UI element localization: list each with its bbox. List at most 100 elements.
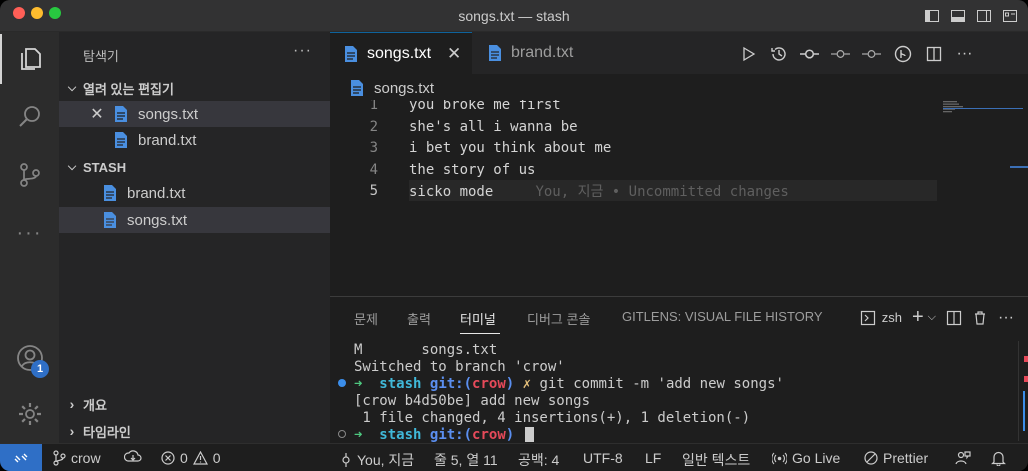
chevron-right-icon: › (69, 423, 75, 439)
terminal-scrollbar[interactable] (1014, 341, 1028, 441)
split-editor-icon[interactable] (924, 44, 943, 63)
problems-indicator[interactable]: 0 0 (161, 450, 221, 466)
chevron-down-icon[interactable]: ⌵ (928, 311, 936, 324)
more-panel-actions-icon[interactable]: ··· (998, 309, 1014, 327)
toggle-primary-sidebar-icon[interactable] (922, 6, 942, 26)
prompt-branch: crow (472, 426, 506, 443)
branch-name: crow (71, 450, 101, 466)
terminal-line: M songs.txt (354, 341, 498, 358)
indentation[interactable]: 공백: 4 (518, 450, 559, 470)
explorer-icon[interactable] (0, 34, 59, 84)
commit-icon (342, 453, 350, 467)
branch-icon (53, 450, 66, 466)
command-pending-dot[interactable] (338, 430, 346, 438)
tab-gitlens-history[interactable]: GITLENS: VISUAL FILE HISTORY (622, 309, 823, 324)
blame-indicator[interactable]: You, 지금 (340, 450, 414, 470)
outline-label: 개요 (83, 397, 107, 413)
open-editors-section[interactable]: ⌵ 열려 있는 편집기 (59, 77, 330, 99)
previous-revision-icon[interactable] (831, 44, 850, 63)
tab-terminal[interactable]: 터미널 (460, 309, 496, 328)
new-terminal-plus-icon[interactable]: + (912, 306, 924, 329)
file-icon (345, 45, 357, 62)
file-item-brand[interactable]: brand.txt (59, 180, 330, 206)
language-mode[interactable]: 일반 텍스트 (682, 450, 750, 470)
line-text-wrap: sicko mode You, 지금 • Uncommitted changes (409, 181, 789, 201)
code-line: 1 you broke me first (330, 96, 970, 115)
file-icon (104, 185, 116, 201)
feedback-icon[interactable] (955, 450, 971, 466)
tab-close-icon[interactable]: ✕ (447, 44, 461, 64)
toggle-panel-icon[interactable] (948, 6, 968, 26)
go-live-button[interactable]: Go Live (772, 450, 840, 466)
commit-graph-icon[interactable] (800, 44, 819, 63)
vscode-window: songs.txt — stash ··· 1 탐색기 ··· ⌵ 열려 있는 … (0, 0, 1028, 471)
split-terminal-icon[interactable] (946, 310, 962, 326)
open-editors-label: 열려 있는 편집기 (83, 81, 174, 97)
code-editor[interactable]: 1 you broke me first 2 she's all i wanna… (330, 94, 1028, 294)
sidebar-more-button[interactable]: ··· (293, 42, 312, 60)
outline-section[interactable]: › 개요 (59, 393, 330, 415)
chevron-down-icon: ⌵ (67, 160, 77, 173)
encoding[interactable]: UTF-8 (583, 450, 623, 466)
gitlens-icon[interactable] (893, 44, 912, 63)
prettier-circle-slash-icon (864, 451, 878, 465)
run-icon[interactable] (738, 44, 757, 63)
status-bar: crow 0 0 You, 지금 줄 5, 열 11 공백: 4 UTF-8 L… (0, 443, 1028, 471)
file-item-songs[interactable]: songs.txt (59, 207, 330, 233)
manage-gear-icon[interactable] (0, 389, 59, 439)
minimap-slider (943, 108, 1023, 109)
timeline-label: 타임라인 (83, 424, 131, 440)
open-editor-item-brand[interactable]: brand.txt (59, 127, 330, 153)
terminal-line: Switched to branch 'crow' (354, 358, 565, 375)
next-revision-icon[interactable] (862, 44, 881, 63)
terminal-shell-selector[interactable]: zsh (860, 310, 902, 326)
command-success-dot[interactable] (338, 379, 346, 387)
terminal-cursor (524, 427, 534, 442)
branch-indicator[interactable]: crow (52, 450, 101, 466)
line-text: you broke me first (409, 96, 561, 113)
kill-terminal-trash-icon[interactable] (972, 310, 988, 326)
terminal-icon (860, 310, 875, 325)
window-title: songs.txt — stash (458, 8, 570, 24)
line-number: 5 (369, 182, 378, 199)
accounts-badge: 1 (31, 360, 49, 378)
tab-problems[interactable]: 문제 (354, 309, 378, 328)
warning-icon (192, 451, 208, 465)
accounts-icon[interactable]: 1 (0, 333, 59, 383)
prompt-branch: crow (472, 375, 506, 392)
terminal-line: [crow b4d50be] add new songs (354, 392, 591, 409)
tab-output[interactable]: 출력 (407, 309, 431, 328)
terminal-output[interactable]: M songs.txt Switched to branch 'crow' ➜ … (338, 341, 784, 443)
terminal-command: git commit -m 'add new songs' (539, 375, 784, 392)
bottom-panel: 문제 출력 터미널 디버그 콘솔 GITLENS: VISUAL FILE HI… (330, 296, 1028, 443)
file-icon (104, 212, 116, 228)
stash-folder-section[interactable]: ⌵ STASH (59, 156, 330, 178)
source-control-icon[interactable] (0, 150, 59, 200)
minimap[interactable] (943, 100, 983, 113)
search-icon[interactable] (0, 92, 59, 142)
line-text: the story of us (409, 161, 536, 178)
more-views-icon[interactable]: ··· (0, 208, 59, 258)
cursor-position[interactable]: 줄 5, 열 11 (434, 450, 498, 470)
end-of-line[interactable]: LF (645, 450, 661, 466)
terminal-prompt-line: ➜ stash git:(crow) ✗ git commit -m 'add … (338, 375, 784, 392)
notifications-bell-icon[interactable] (991, 450, 1006, 466)
panel-tabs: 문제 출력 터미널 디버그 콘솔 GITLENS: VISUAL FILE HI… (330, 297, 1028, 337)
chevron-down-icon: ⌵ (67, 81, 77, 94)
explorer-sidebar: 탐색기 ··· ⌵ 열려 있는 편집기 ✕ songs.txt brand.tx… (59, 32, 330, 443)
more-actions-icon[interactable]: ··· (955, 44, 974, 63)
close-editor-icon[interactable]: ✕ (90, 104, 104, 124)
customize-layout-icon[interactable] (1000, 6, 1020, 26)
remote-indicator-icon[interactable] (0, 444, 42, 471)
prettier-status[interactable]: Prettier (864, 450, 928, 466)
tab-debug-console[interactable]: 디버그 콘솔 (527, 309, 590, 328)
toggle-secondary-sidebar-icon[interactable] (974, 6, 994, 26)
open-editor-item-songs[interactable]: ✕ songs.txt (59, 101, 330, 127)
history-icon[interactable] (769, 44, 788, 63)
tab-brand[interactable]: brand.txt (474, 32, 604, 74)
timeline-section[interactable]: › 타임라인 (59, 420, 330, 442)
tab-songs[interactable]: songs.txt ✕ (330, 32, 472, 74)
sync-icon[interactable] (124, 450, 142, 464)
error-count: 0 (180, 450, 188, 466)
folder-label: STASH (83, 159, 127, 175)
